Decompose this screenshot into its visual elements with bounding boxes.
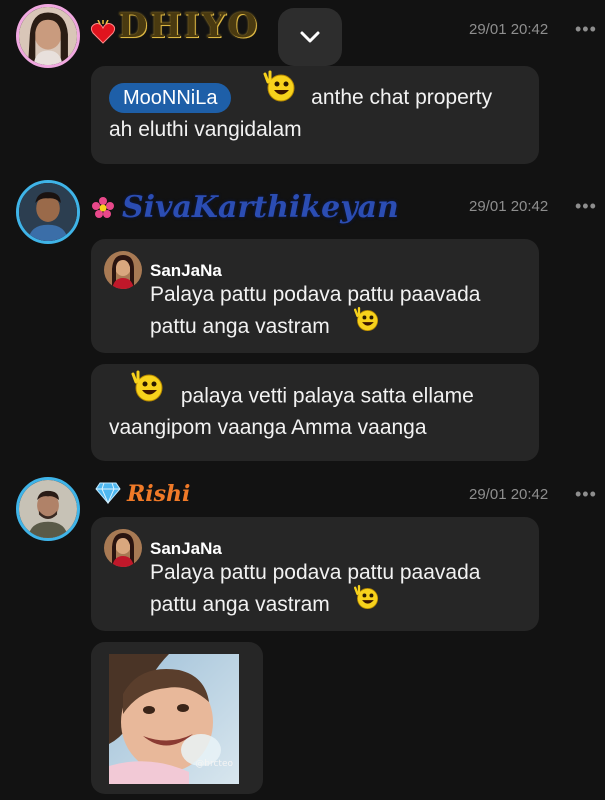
reply-bubble[interactable]: SanJaNa Palaya pattu podava pattu paavad… bbox=[91, 239, 539, 353]
reply-text: Palaya pattu podava pattu paavada bbox=[150, 283, 481, 306]
more-options-icon[interactable]: ••• bbox=[575, 196, 597, 217]
reply-text: pattu anga vastram bbox=[150, 315, 330, 338]
peace-emoji-icon bbox=[261, 68, 297, 114]
diamond-icon bbox=[95, 482, 121, 505]
message-time: 29/01 20:42 bbox=[469, 486, 549, 503]
peace-emoji-icon bbox=[352, 305, 380, 343]
sender-name[interactable]: SivaKarthikeyan bbox=[122, 190, 399, 225]
message-text: anthe chat property bbox=[311, 86, 493, 109]
sender-name[interactable]: Rishi bbox=[127, 481, 190, 507]
mention-chip[interactable]: MooNNiLa bbox=[109, 83, 232, 113]
message-bubble[interactable]: MooNNiLa anthe chat property ah eluthi v… bbox=[91, 66, 539, 164]
peace-emoji-icon bbox=[352, 583, 380, 621]
reply-text: Palaya pattu podava pattu paavada bbox=[150, 561, 481, 584]
reply-text: pattu anga vastram bbox=[150, 593, 330, 616]
avatar-rishi[interactable] bbox=[16, 477, 80, 541]
message-time: 29/01 20:42 bbox=[469, 21, 549, 38]
message-text: vaangipom vaanga Amma vaanga bbox=[109, 416, 427, 439]
avatar-sivakarthikeyan[interactable] bbox=[16, 180, 80, 244]
image-watermark: @brcteo bbox=[195, 759, 233, 769]
message-bubble[interactable]: palaya vetti palaya satta ellame vaangip… bbox=[91, 364, 539, 461]
shared-image[interactable]: @brcteo bbox=[109, 654, 239, 784]
avatar-dhiyo[interactable] bbox=[16, 4, 80, 68]
heart-icon bbox=[90, 19, 116, 46]
more-options-icon[interactable]: ••• bbox=[575, 19, 597, 40]
sender-name[interactable]: DHIYO bbox=[118, 6, 259, 46]
more-options-icon[interactable]: ••• bbox=[575, 484, 597, 505]
scroll-down-button[interactable] bbox=[278, 8, 342, 66]
chevron-down-icon bbox=[300, 31, 320, 43]
message-text: ah eluthi vangidalam bbox=[109, 118, 302, 141]
reply-avatar bbox=[104, 251, 142, 289]
reply-bubble[interactable]: SanJaNa Palaya pattu podava pattu paavad… bbox=[91, 517, 539, 631]
flower-icon bbox=[92, 197, 114, 219]
image-bubble[interactable]: @brcteo bbox=[91, 642, 263, 794]
peace-emoji-icon bbox=[129, 368, 165, 414]
message-text: palaya vetti palaya satta ellame bbox=[180, 384, 474, 408]
reply-avatar bbox=[104, 529, 142, 567]
message-time: 29/01 20:42 bbox=[469, 198, 549, 215]
